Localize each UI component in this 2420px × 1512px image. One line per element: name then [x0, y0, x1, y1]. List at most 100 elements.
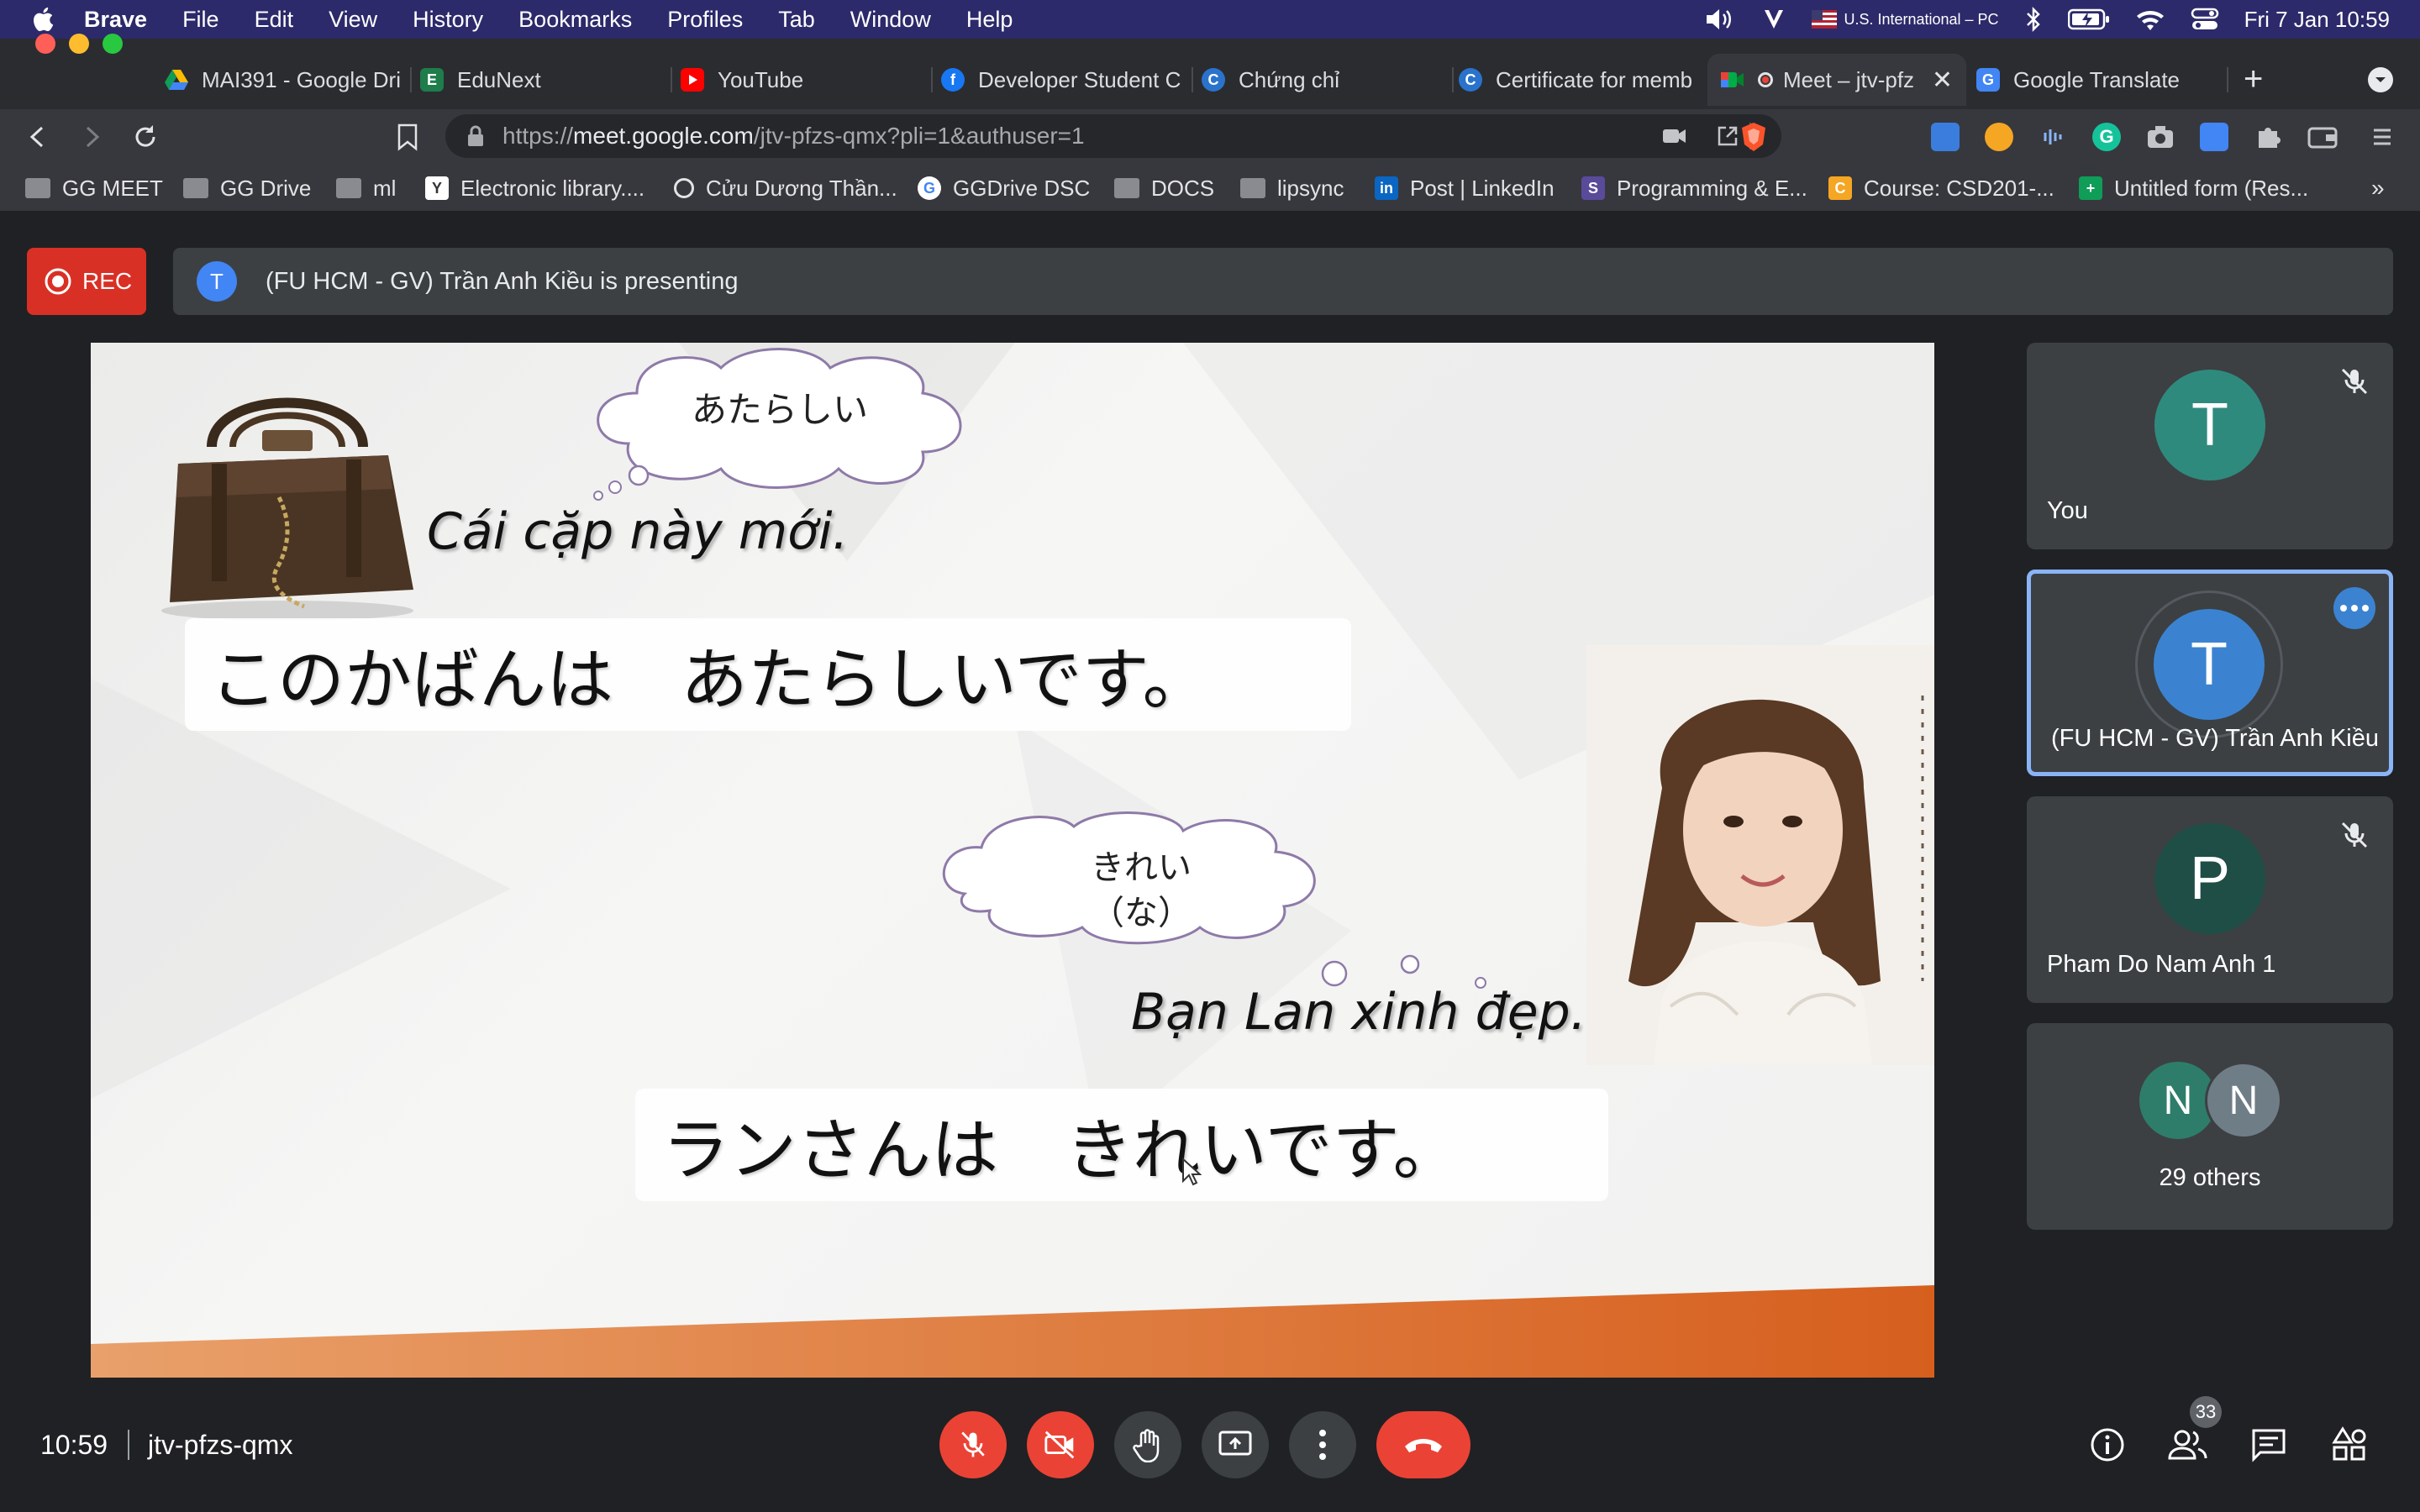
tab-search-button[interactable]: [2368, 67, 2393, 92]
bookmark-docs[interactable]: DOCS: [1114, 175, 1214, 202]
youtube-icon: [681, 68, 704, 92]
extension-icon[interactable]: [1931, 123, 1960, 151]
apple-icon[interactable]: [30, 5, 59, 34]
forward-icon[interactable]: [79, 124, 104, 150]
tab-separator: [410, 67, 412, 92]
menubar-status-area: U.S. International – PC Fri 7 Jan 10:59: [1704, 0, 2390, 39]
reload-icon[interactable]: [131, 123, 160, 151]
volume-icon[interactable]: [1704, 7, 1736, 32]
menu-help[interactable]: Help: [966, 7, 1013, 33]
menu-app-name[interactable]: Brave: [84, 7, 147, 33]
share-open-icon[interactable]: [1716, 124, 1739, 148]
tab-separator: [931, 67, 933, 92]
tab-certificate[interactable]: C Certificate for memb: [1459, 55, 1706, 104]
close-tab-icon[interactable]: ✕: [1932, 66, 1953, 95]
wifi-icon[interactable]: [2135, 8, 2165, 31]
menu-history[interactable]: History: [413, 7, 483, 33]
bubble-2-line-1: きれい: [1091, 848, 1192, 887]
audio-extension-icon[interactable]: [2039, 123, 2067, 151]
tab-chung-chi[interactable]: C Chứng chỉ: [1202, 55, 1454, 104]
tab-facebook[interactable]: f Developer Student C: [941, 55, 1193, 104]
input-source[interactable]: U.S. International – PC: [1812, 10, 1999, 29]
menu-view[interactable]: View: [329, 7, 377, 33]
bookmark-course-csd201[interactable]: C Course: CSD201-...: [1828, 175, 2054, 202]
hamburger-menu-icon[interactable]: [2370, 124, 2395, 150]
chat-button[interactable]: [2244, 1420, 2294, 1470]
meeting-details-button[interactable]: [2082, 1420, 2133, 1470]
menu-window[interactable]: Window: [850, 7, 931, 33]
bookmark-untitled-form[interactable]: + Untitled form (Res...: [2079, 175, 2308, 202]
toggle-camera-button[interactable]: [1027, 1411, 1094, 1478]
menu-file[interactable]: File: [182, 7, 219, 33]
linkedin-icon: in: [1375, 176, 1398, 200]
bookmark-ml[interactable]: ml: [336, 175, 396, 202]
bookmark-linkedin[interactable]: in Post | LinkedIn: [1375, 175, 1555, 202]
bookmark-ggdrive-dsc[interactable]: G GGDrive DSC: [918, 175, 1090, 202]
puzzle-extensions-icon[interactable]: [2254, 123, 2282, 151]
vpn-v-icon[interactable]: [1761, 7, 1786, 32]
menu-tab[interactable]: Tab: [778, 7, 815, 33]
minimize-window-button[interactable]: [69, 34, 89, 54]
tab-title: Developer Student C: [978, 66, 1181, 92]
menubar-clock[interactable]: Fri 7 Jan 10:59: [2244, 7, 2390, 33]
participant-tile-pham[interactable]: P Pham Do Nam Anh 1: [2027, 796, 2393, 1003]
address-bar[interactable]: https://meet.google.com/jtv-pfzs-qmx?pli…: [445, 114, 1781, 158]
tab-title: Certificate for memb: [1496, 66, 1693, 92]
participant-tile-others[interactable]: N N 29 others: [2027, 1023, 2393, 1230]
menu-bookmarks[interactable]: Bookmarks: [518, 7, 632, 33]
lock-icon[interactable]: [467, 125, 484, 147]
control-center-icon[interactable]: [2191, 7, 2219, 32]
bookmark-lipsync[interactable]: lipsync: [1240, 175, 1344, 202]
more-options-button[interactable]: [2333, 587, 2375, 629]
tab-separator: [1192, 67, 1193, 92]
bookmark-programming[interactable]: S Programming & E...: [1581, 175, 1807, 202]
bookmark-label: GG MEET: [62, 175, 163, 201]
dot: [2340, 605, 2347, 612]
bookmark-gg-drive[interactable]: GG Drive: [183, 175, 311, 202]
edunext-icon: E: [420, 68, 444, 92]
chevron-down-icon: [2375, 77, 2386, 82]
wallet-icon[interactable]: [2307, 124, 2338, 150]
screenshot-camera-icon[interactable]: [2146, 124, 2175, 150]
bookmark-gg-meet[interactable]: GG MEET: [25, 175, 163, 202]
dot: [2351, 605, 2358, 612]
present-screen-button[interactable]: [1202, 1411, 1269, 1478]
brave-shields-icon[interactable]: [1739, 121, 1768, 153]
camera-permission-icon[interactable]: [1662, 125, 1687, 147]
tab-meet-active[interactable]: Meet – jtv-pfz ✕: [1707, 54, 1966, 106]
extension-icon[interactable]: [1985, 123, 2013, 151]
bookmark-page-icon[interactable]: [397, 123, 418, 151]
raise-hand-button[interactable]: [1114, 1411, 1181, 1478]
toggle-mic-button[interactable]: [939, 1411, 1007, 1478]
battery-icon[interactable]: [2067, 8, 2110, 30]
participant-tile-presenter[interactable]: T (FU HCM - GV) Trần Anh Kiều: [2027, 570, 2393, 776]
bluetooth-icon[interactable]: [2024, 6, 2043, 33]
recording-badge[interactable]: REC: [27, 248, 146, 315]
tab-edunext[interactable]: E EduNext: [420, 55, 672, 104]
tab-translate[interactable]: G Google Translate: [1976, 55, 2228, 104]
tab-youtube[interactable]: YouTube: [681, 55, 933, 104]
translate-extension-icon[interactable]: [2200, 123, 2228, 151]
tab-separator: [1452, 67, 1454, 92]
tab-drive[interactable]: MAI391 - Google Dri: [160, 55, 412, 104]
menu-edit[interactable]: Edit: [255, 7, 294, 33]
more-options-button[interactable]: [1289, 1411, 1356, 1478]
back-icon[interactable]: [25, 124, 50, 150]
bookmark-electronic-library[interactable]: Y Electronic library....: [425, 175, 644, 202]
menu-profiles[interactable]: Profiles: [667, 7, 743, 33]
bookmark-label: GGDrive DSC: [953, 175, 1091, 201]
thought-bubble-1: あたらしい: [578, 343, 981, 511]
close-window-button[interactable]: [35, 34, 55, 54]
leave-call-button[interactable]: [1376, 1411, 1470, 1478]
present-screen-icon: [1218, 1431, 1252, 1456]
tab-title: MAI391 - Google Dri: [202, 66, 401, 92]
more-bookmarks-icon[interactable]: »: [2371, 175, 2385, 202]
bookmark-cuu-duong[interactable]: Cửu Dương Thần...: [674, 175, 897, 202]
recording-indicator-icon: [1758, 72, 1773, 87]
zoom-window-button[interactable]: [103, 34, 123, 54]
grammarly-icon[interactable]: G: [2092, 123, 2121, 151]
participant-tile-you[interactable]: T You: [2027, 343, 2393, 549]
sentence-1-vietnamese: Cái cặp này mới.: [427, 502, 849, 561]
new-tab-icon[interactable]: +: [2244, 60, 2263, 98]
activities-button[interactable]: [2324, 1420, 2375, 1470]
